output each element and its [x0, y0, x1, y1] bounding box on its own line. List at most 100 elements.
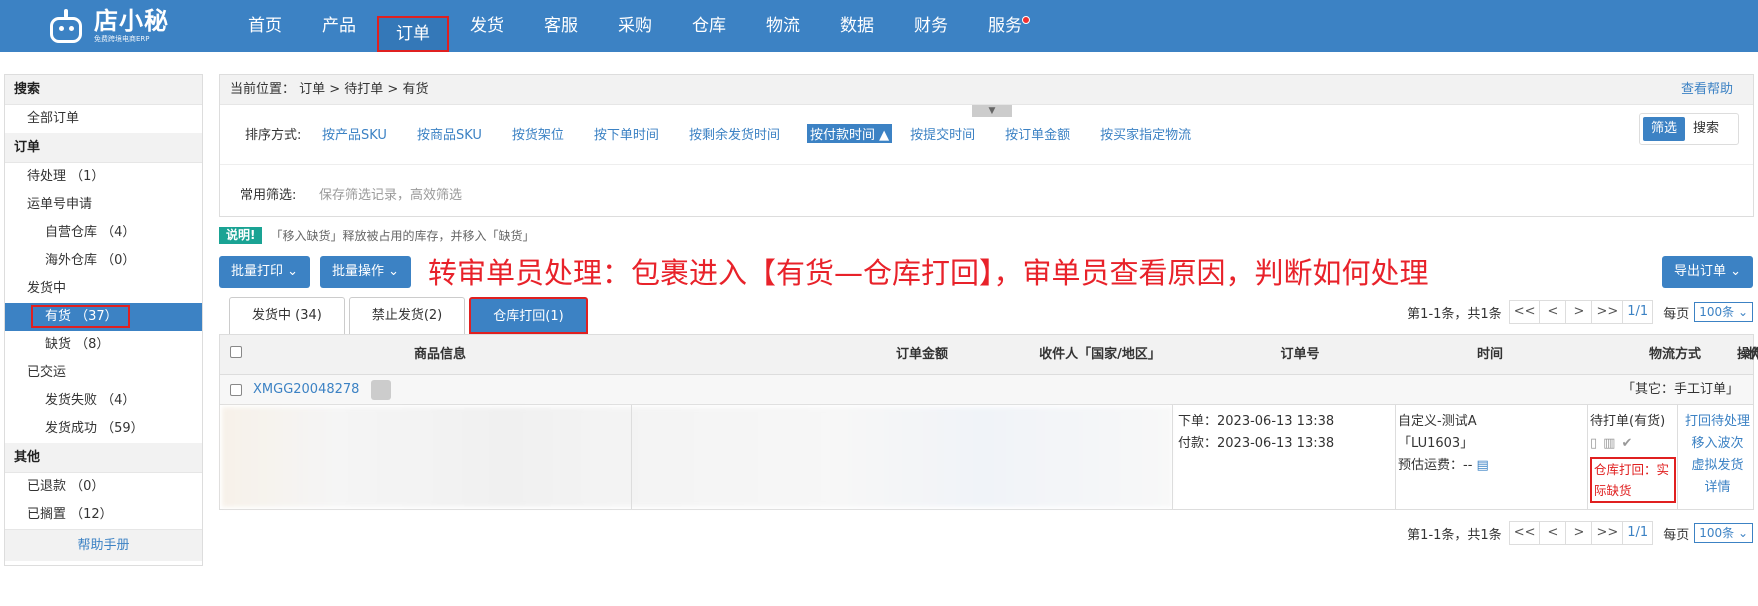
help-manual-link[interactable]: 帮助手册 — [5, 529, 202, 561]
nav-warehouse[interactable]: 仓库 — [672, 0, 746, 52]
header-recipient: 收件人「国家/地区」 — [1039, 347, 1161, 362]
tab-ship-forbidden[interactable]: 禁止发货(2) — [348, 297, 466, 334]
sidebar-item-delivered[interactable]: 已交运 — [5, 359, 202, 387]
order-checkbox[interactable] — [230, 384, 242, 400]
sidebar-heading-search: 搜索 — [5, 75, 202, 105]
prev-page-button[interactable]: < — [1539, 300, 1567, 324]
filter-panel: 当前位置： 订单 > 待打单 > 有货 查看帮助 ▼ 排序方式: 按产品SKU … — [219, 74, 1754, 217]
return-reason: 仓库打回：实际缺货 — [1590, 457, 1676, 503]
nav-logistics[interactable]: 物流 — [746, 0, 820, 52]
sort-by-goods-sku[interactable]: 按商品SKU — [417, 124, 482, 143]
last-page-button[interactable]: >> — [1591, 521, 1624, 545]
next-page-button[interactable]: > — [1565, 521, 1593, 545]
order-time: 下单：2023-06-13 13:38 — [1178, 414, 1335, 429]
header-order-amount: 订单金额 — [895, 347, 948, 362]
sort-by-remaining-ship-time[interactable]: 按剩余发货时间 — [689, 124, 780, 143]
barcode-icon[interactable]: ▥ — [1603, 433, 1615, 455]
sidebar-item-own-warehouse[interactable]: 自营仓库 （4） — [5, 219, 202, 247]
nav-services-label: 服务 — [988, 16, 1022, 36]
sidebar-item-shelved[interactable]: 已搁置 （12） — [5, 501, 202, 529]
first-page-button[interactable]: << — [1508, 300, 1541, 324]
header-actions: 操作 — [1736, 347, 1758, 362]
brand-title: 店小秘 — [94, 7, 169, 35]
main-nav: 首页 产品 订单 发货 客服 采购 仓库 物流 数据 财务 服务 — [228, 0, 1042, 52]
sort-label: 排序方式: — [245, 128, 302, 143]
sidebar-item-ship-failed[interactable]: 发货失败 （4） — [5, 387, 202, 415]
nav-customer-service[interactable]: 客服 — [524, 0, 598, 52]
actions-cell: 打回待处理 移入波次 虚拟发货 详情 — [1680, 411, 1755, 499]
select-all-checkbox[interactable] — [230, 335, 242, 375]
batch-operations-button[interactable]: 批量操作 ⌄ — [320, 256, 412, 288]
table-header: 商品信息 订单金额 收件人「国家/地区」 订单号 时间 物流方式 状态 操作 — [220, 335, 1758, 375]
nav-orders[interactable]: 订单 — [377, 16, 449, 52]
next-page-button[interactable]: > — [1565, 300, 1593, 324]
pagination-top: 第1-1条，共1条 << < > >> 1/1 每页 100条 ⌄ — [1407, 300, 1753, 324]
common-filter-placeholder[interactable]: 保存筛选记录，高效筛选 — [319, 184, 462, 203]
sidebar-item-overseas-warehouse[interactable]: 海外仓库 （0） — [5, 247, 202, 275]
sidebar-item-pending[interactable]: 待处理 （1） — [5, 163, 202, 191]
sort-by-order-amount[interactable]: 按订单金额 — [1005, 124, 1070, 143]
notification-dot-icon — [1022, 16, 1030, 24]
status-tabs: 发货中 (34) 禁止发货(2) 仓库打回(1) — [229, 297, 592, 334]
logistics-code: 「LU1603」 — [1398, 436, 1474, 451]
export-orders-button[interactable]: 导出订单 ⌄ — [1661, 256, 1753, 288]
virtual-ship-link[interactable]: 虚拟发货 — [1680, 455, 1755, 477]
status-cell: 待打单(有货) ▯ ▥ ✔ 仓库打回：实际缺货 — [1590, 411, 1676, 503]
sidebar-item-waybill[interactable]: 运单号申请 — [5, 191, 202, 219]
page-indicator[interactable]: 1/1 — [1622, 300, 1654, 324]
sort-options: 按产品SKU 按商品SKU 按货架位 按下单时间 按剩余发货时间 按付款时间 ▲… — [322, 124, 1221, 143]
header-order-number: 订单号 — [1280, 347, 1320, 362]
brand-logo[interactable]: 店小秘 免费跨境电商ERP — [46, 4, 169, 48]
sort-by-pay-time[interactable]: 按付款时间 ▲ — [806, 124, 893, 143]
sidebar-item-out-of-stock[interactable]: 缺货 （8） — [5, 331, 202, 359]
view-help-link[interactable]: 查看帮助 — [1681, 75, 1733, 105]
move-to-wave-link[interactable]: 移入波次 — [1680, 433, 1755, 455]
nav-data[interactable]: 数据 — [820, 0, 894, 52]
nav-home[interactable]: 首页 — [228, 0, 302, 52]
sidebar-item-ship-success[interactable]: 发货成功 （59） — [5, 415, 202, 443]
sidebar-item-all-orders[interactable]: 全部订单 — [5, 105, 202, 133]
pagination-summary: 第1-1条，共1条 — [1407, 306, 1502, 322]
sidebar: 搜索 全部订单 订单 待处理 （1） 运单号申请 自营仓库 （4） 海外仓库 （… — [4, 74, 203, 566]
order-source-label: 「其它：手工订单」 — [1621, 382, 1739, 397]
note-text: 「移入缺货」释放被占用的库存，并移入「缺货」 — [270, 228, 535, 243]
nav-shipping[interactable]: 发货 — [450, 0, 524, 52]
nav-products[interactable]: 产品 — [302, 0, 376, 52]
nav-services[interactable]: 服务 — [968, 0, 1042, 52]
per-page-label: 每页 — [1663, 306, 1690, 322]
top-navbar: 店小秘 免费跨境电商ERP 首页 产品 订单 发货 客服 采购 仓库 物流 数据… — [0, 0, 1758, 52]
search-mode-button[interactable]: 搜索 — [1685, 117, 1727, 141]
blurred-product-info — [222, 407, 1172, 507]
tab-shipping[interactable]: 发货中 (34) — [229, 297, 345, 334]
tab-warehouse-returned[interactable]: 仓库打回(1) — [469, 297, 588, 334]
order-group-row: XMGG20048278 「其它：手工订单」 — [220, 375, 1753, 405]
nav-finance[interactable]: 财务 — [894, 0, 968, 52]
sidebar-item-shipping[interactable]: 发货中 — [5, 275, 202, 303]
sort-by-product-sku[interactable]: 按产品SKU — [322, 124, 387, 143]
sort-by-submit-time[interactable]: 按提交时间 — [910, 124, 975, 143]
page-indicator[interactable]: 1/1 — [1622, 521, 1654, 545]
prev-page-button[interactable]: < — [1539, 521, 1567, 545]
first-page-button[interactable]: << — [1508, 521, 1541, 545]
sort-by-buyer-logistics[interactable]: 按买家指定物流 — [1100, 124, 1191, 143]
pay-time: 付款：2023-06-13 13:38 — [1178, 436, 1335, 451]
last-page-button[interactable]: >> — [1591, 300, 1624, 324]
check-icon[interactable]: ✔ — [1621, 433, 1632, 455]
order-number-link[interactable]: XMGG20048278 — [253, 375, 359, 405]
batch-print-button[interactable]: 批量打印 ⌄ — [219, 256, 311, 288]
return-to-pending-link[interactable]: 打回待处理 — [1680, 411, 1755, 433]
logistics-cell: 自定义-测试A 「LU1603」 预估运费：-- ▤ — [1398, 411, 1489, 477]
nav-purchase[interactable]: 采购 — [598, 0, 672, 52]
pagination-bottom: 第1-1条，共1条 << < > >> 1/1 每页 100条 ⌄ — [1407, 521, 1753, 545]
sidebar-item-in-stock[interactable]: 有货 （37） — [5, 303, 202, 331]
copy-icon[interactable]: ▯ — [1590, 433, 1597, 455]
sidebar-item-refunded[interactable]: 已退款 （0） — [5, 473, 202, 501]
calculator-icon[interactable]: ▤ — [1477, 458, 1489, 473]
order-tag-icon[interactable] — [371, 380, 391, 400]
details-link[interactable]: 详情 — [1680, 477, 1755, 499]
sort-by-shelf[interactable]: 按货架位 — [512, 124, 564, 143]
per-page-select[interactable]: 100条 ⌄ — [1694, 523, 1753, 543]
filter-mode-button[interactable]: 筛选 — [1643, 117, 1685, 141]
sort-by-order-time[interactable]: 按下单时间 — [594, 124, 659, 143]
per-page-select[interactable]: 100条 ⌄ — [1694, 302, 1753, 322]
